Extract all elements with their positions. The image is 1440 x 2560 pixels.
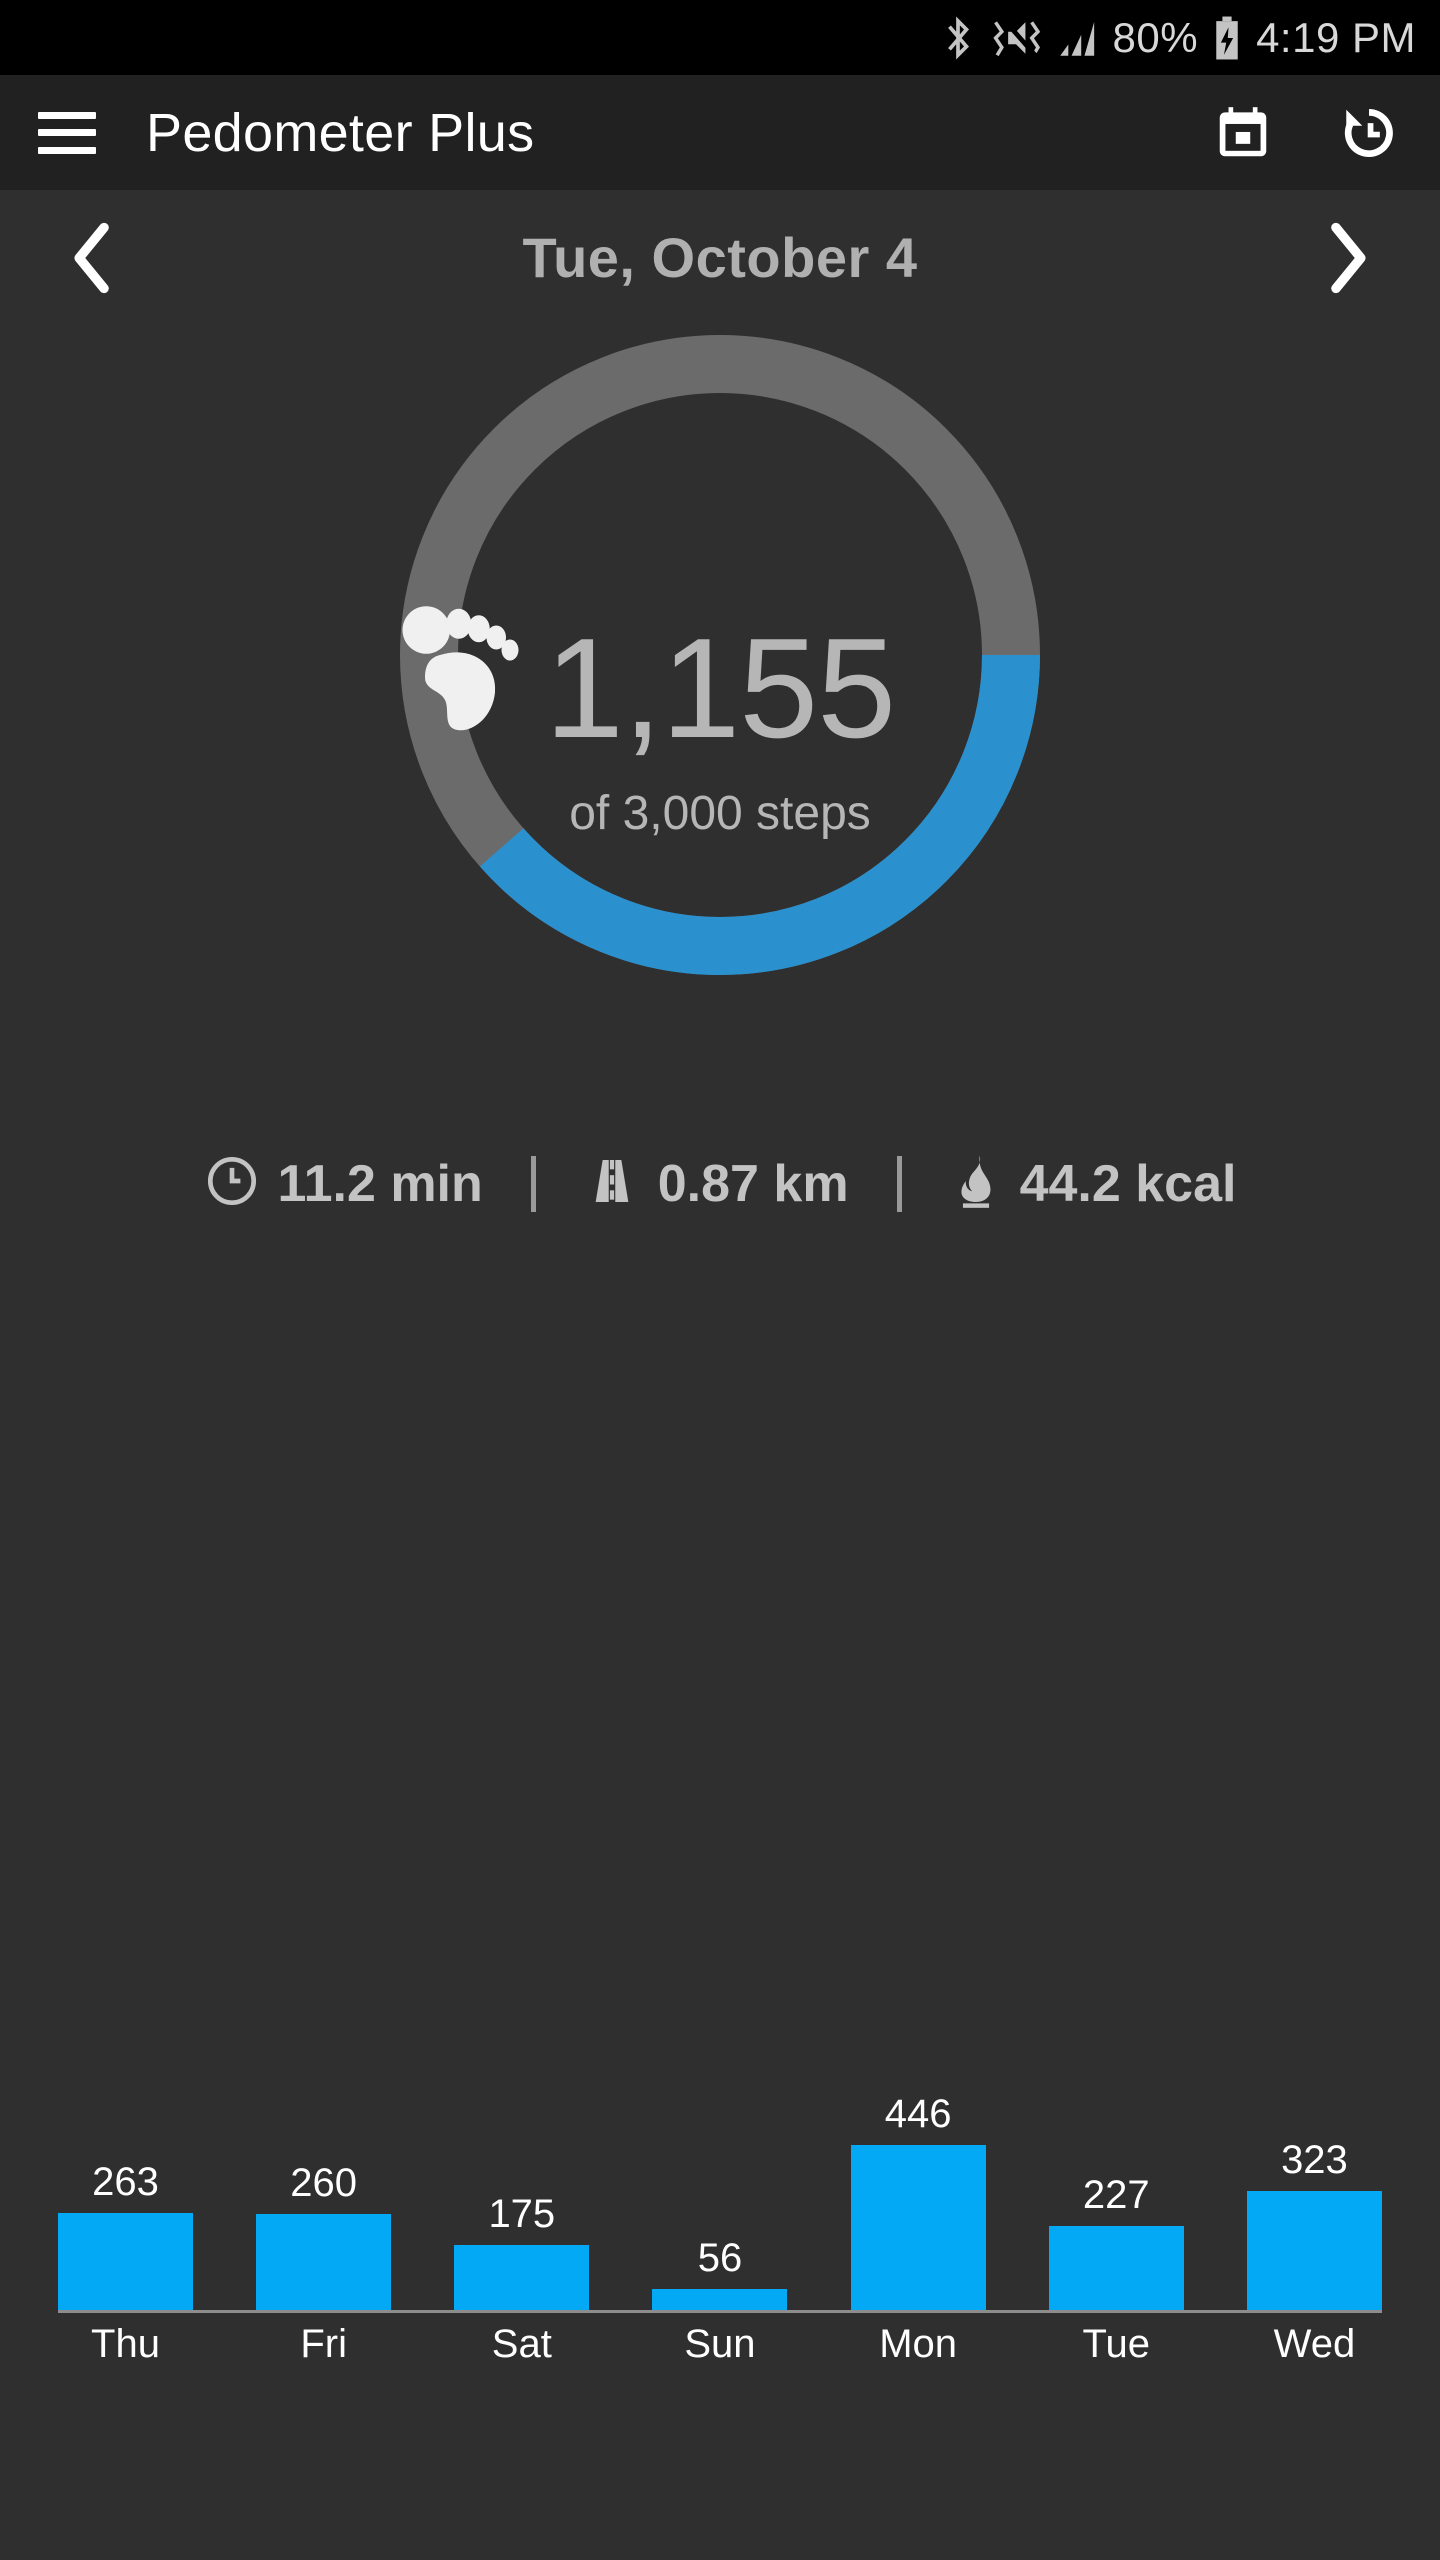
status-bar: 80% 4:19 PM (0, 0, 1440, 75)
chart-bar-column: 56 (652, 2060, 788, 2310)
history-icon[interactable] (1336, 100, 1402, 166)
chart-bar-value: 446 (884, 2092, 952, 2136)
chart-x-label: Wed (1273, 2322, 1356, 2366)
app-bar: Pedometer Plus (0, 75, 1440, 190)
page-title: Pedometer Plus (146, 102, 535, 163)
step-progress-ring: 1,155 of 3,000 steps (0, 325, 1440, 1115)
chart-bar (454, 2245, 590, 2310)
stat-separator (530, 1155, 536, 1212)
chart-bar-column: 227 (1048, 2060, 1184, 2310)
chart-x-label: Tue (1082, 2322, 1150, 2366)
step-count-value: 1,155 (544, 608, 896, 768)
chart-x-labels: Thu Fri Sat Sun Mon Tue Wed (58, 2322, 1382, 2367)
hamburger-menu-icon[interactable] (38, 111, 96, 154)
clock-time-label: 4:19 PM (1256, 13, 1416, 61)
chart-x-label: Sun (684, 2322, 756, 2366)
chart-bar (1246, 2190, 1382, 2310)
bluetooth-icon (941, 15, 975, 61)
chart-x-label: Sat (491, 2322, 552, 2366)
chart-bar (850, 2145, 986, 2310)
stat-distance-value: 0.87 km (657, 1154, 849, 1213)
signal-bars-icon (1057, 17, 1099, 59)
chart-bar-column: 446 (850, 2060, 986, 2310)
chart-bar (652, 2289, 788, 2310)
summary-stats-row: 11.2 min 0.87 km 44.2 kcal (0, 1153, 1440, 1214)
chart-bar (256, 2213, 392, 2310)
step-goal-label: of 3,000 steps (569, 786, 871, 840)
chart-bar-value: 227 (1082, 2173, 1150, 2218)
stat-calories: 44.2 kcal (950, 1153, 1237, 1214)
stat-distance: 0.87 km (584, 1153, 849, 1214)
chart-x-label: Fri (300, 2322, 347, 2366)
chart-bar-value: 175 (488, 2192, 556, 2237)
chart-bar-value: 323 (1281, 2137, 1348, 2182)
calendar-icon[interactable] (1210, 100, 1276, 166)
ring-center-content: 1,155 of 3,000 steps (402, 600, 980, 841)
battery-percent-label: 80% (1112, 13, 1199, 61)
chart-bar-column: 260 (256, 2060, 392, 2310)
battery-charging-icon (1212, 15, 1242, 61)
stat-calories-value: 44.2 kcal (1019, 1154, 1237, 1213)
road-icon (584, 1153, 640, 1214)
chart-x-label: Mon (879, 2322, 958, 2366)
stat-duration: 11.2 min (204, 1153, 483, 1214)
chart-bars: 263 260 175 56 446 227 323 (58, 2060, 1382, 2310)
chart-bar-column: 175 (454, 2060, 590, 2310)
stat-duration-value: 11.2 min (277, 1154, 483, 1213)
chart-bar-column: 263 (58, 2060, 193, 2310)
chart-x-label: Thu (91, 2322, 160, 2366)
clock-icon (204, 1153, 260, 1214)
weekly-steps-chart: 263 260 175 56 446 227 323 Thu Fri Sat Sun Mon Tue W… (0, 2060, 1440, 2366)
date-navigation: Tue, October 4 (0, 190, 1440, 325)
prev-day-button[interactable] (58, 218, 128, 298)
current-date-label: Tue, October 4 (522, 226, 918, 289)
chart-bar (1048, 2226, 1184, 2310)
stat-separator (896, 1155, 902, 1212)
chart-axis-line (58, 2310, 1382, 2313)
flame-icon (950, 1153, 1002, 1214)
chart-bar-value: 56 (697, 2236, 743, 2281)
chart-bar-value: 260 (290, 2160, 358, 2205)
chart-bar-column: 323 (1246, 2060, 1382, 2310)
volume-mute-icon (989, 16, 1043, 60)
chart-bar (58, 2212, 193, 2310)
app-bar-actions (1210, 100, 1402, 166)
next-day-button[interactable] (1312, 218, 1382, 298)
chart-bar-value: 263 (92, 2159, 159, 2204)
